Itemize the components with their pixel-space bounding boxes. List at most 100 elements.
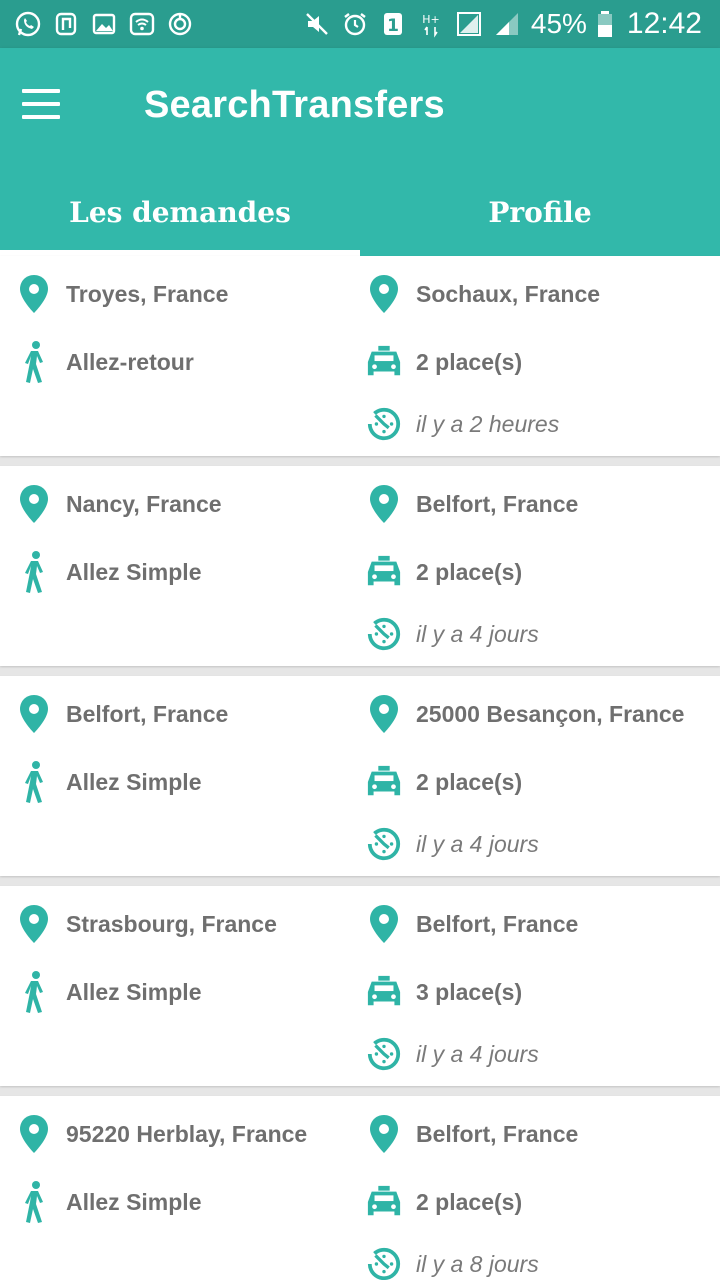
menu-line — [22, 89, 60, 93]
seats: 2 place(s) — [366, 552, 522, 592]
clock-icon — [366, 404, 402, 444]
location-pin-icon — [366, 484, 402, 524]
origin: Belfort, France — [16, 694, 228, 734]
origin: Strasbourg, France — [16, 904, 277, 944]
trip-type: Allez Simple — [16, 761, 202, 803]
location-pin-icon — [16, 1114, 52, 1154]
destination-text: Belfort, France — [416, 490, 579, 517]
battery-percentage: 45% — [530, 8, 587, 39]
request-card[interactable]: 95220 Herblay, France Belfort, France Al… — [0, 1096, 720, 1280]
taxi-icon — [366, 1182, 402, 1222]
taxi-icon — [366, 762, 402, 802]
clock-icon — [366, 824, 402, 864]
music-icon — [52, 10, 80, 38]
request-card[interactable]: Strasbourg, France Belfort, France Allez… — [0, 886, 720, 1086]
origin-text: 95220 Herblay, France — [66, 1120, 308, 1147]
destination: Belfort, France — [366, 1114, 578, 1154]
posted-time-text: il y a 4 jours — [416, 830, 539, 857]
request-card[interactable]: Belfort, France 25000 Besançon, France A… — [0, 676, 720, 876]
mute-icon — [303, 10, 331, 38]
sync-icon — [166, 10, 194, 38]
posted-time-text: il y a 4 jours — [416, 620, 539, 647]
clock-icon — [366, 1244, 402, 1280]
taxi-icon — [366, 342, 402, 382]
posted-time-text: il y a 8 jours — [416, 1250, 539, 1277]
destination: Sochaux, France — [366, 274, 600, 314]
origin-text: Troyes, France — [66, 280, 229, 307]
taxi-icon — [366, 552, 402, 592]
location-pin-icon — [16, 274, 52, 314]
network-type: H+ — [422, 13, 440, 26]
destination-text: Sochaux, France — [416, 280, 601, 307]
walking-person-icon — [16, 341, 52, 383]
destination-text: Belfort, France — [416, 1120, 579, 1147]
status-bar-notifications — [14, 10, 194, 38]
trip-type-text: Allez Simple — [66, 1188, 202, 1215]
location-pin-icon — [16, 904, 52, 944]
origin-text: Strasbourg, France — [66, 910, 277, 937]
posted-time-text: il y a 4 jours — [416, 1040, 539, 1067]
sim-number: 1 — [387, 16, 399, 36]
network-type-icon: H+ — [417, 10, 445, 38]
location-pin-icon — [366, 904, 402, 944]
location-pin-icon — [366, 694, 402, 734]
menu-line — [22, 102, 60, 106]
seats-text: 3 place(s) — [416, 978, 523, 1005]
origin-text: Belfort, France — [66, 700, 229, 727]
origin: Nancy, France — [16, 484, 222, 524]
seats: 2 place(s) — [366, 762, 522, 802]
trip-type: Allez Simple — [16, 551, 202, 593]
destination-text: Belfort, France — [416, 910, 579, 937]
tab-les-demandes[interactable]: Les demandes — [0, 168, 360, 256]
app-title: SearchTransfers — [144, 84, 445, 126]
wifi-icon — [128, 10, 156, 38]
signal-icon — [455, 10, 483, 38]
walking-person-icon — [16, 761, 52, 803]
posted-time: il y a 4 jours — [366, 1034, 539, 1074]
location-pin-icon — [366, 1114, 402, 1154]
tab-bar: Les demandes Profile — [0, 168, 720, 256]
walking-person-icon — [16, 1181, 52, 1223]
walking-person-icon — [16, 971, 52, 1013]
app-bar: SearchTransfers Les demandes Profile — [0, 48, 720, 256]
status-bar-system: 1 H+ 45% 12:42 — [303, 7, 702, 41]
trip-type-text: Allez Simple — [66, 558, 202, 585]
trip-type-text: Allez-retour — [66, 348, 194, 375]
seats: 2 place(s) — [366, 342, 522, 382]
taxi-icon — [366, 972, 402, 1012]
gallery-icon — [90, 10, 118, 38]
trip-type: Allez-retour — [16, 341, 194, 383]
seats: 2 place(s) — [366, 1182, 522, 1222]
clock: 12:42 — [626, 7, 702, 40]
hamburger-menu-icon[interactable] — [22, 82, 74, 126]
destination-text: 25000 Besançon, France — [416, 700, 685, 727]
origin: 95220 Herblay, France — [16, 1114, 307, 1154]
clock-icon — [366, 1034, 402, 1074]
destination: Belfort, France — [366, 484, 578, 524]
location-pin-icon — [366, 274, 402, 314]
menu-line — [22, 115, 60, 119]
walking-person-icon — [16, 551, 52, 593]
tab-profile[interactable]: Profile — [360, 168, 720, 256]
seats: 3 place(s) — [366, 972, 522, 1012]
signal-bars-icon — [493, 10, 521, 38]
posted-time: il y a 8 jours — [366, 1244, 539, 1280]
request-list: Troyes, France Sochaux, France Allez-ret… — [0, 256, 720, 1280]
whatsapp-icon — [14, 10, 42, 38]
sim-icon: 1 — [379, 10, 407, 38]
request-card[interactable]: Nancy, France Belfort, France Allez Simp… — [0, 466, 720, 666]
trip-type: Allez Simple — [16, 1181, 202, 1223]
status-bar: 1 H+ 45% 12:42 — [0, 0, 720, 48]
posted-time: il y a 4 jours — [366, 824, 539, 864]
location-pin-icon — [16, 484, 52, 524]
request-card[interactable]: Troyes, France Sochaux, France Allez-ret… — [0, 256, 720, 456]
trip-type-text: Allez Simple — [66, 768, 202, 795]
seats-text: 2 place(s) — [416, 1188, 523, 1215]
trip-type-text: Allez Simple — [66, 978, 202, 1005]
battery-icon — [597, 10, 613, 38]
clock-icon — [366, 614, 402, 654]
seats-text: 2 place(s) — [416, 558, 523, 585]
trip-type: Allez Simple — [16, 971, 202, 1013]
seats-text: 2 place(s) — [416, 348, 523, 375]
seats-text: 2 place(s) — [416, 768, 523, 795]
